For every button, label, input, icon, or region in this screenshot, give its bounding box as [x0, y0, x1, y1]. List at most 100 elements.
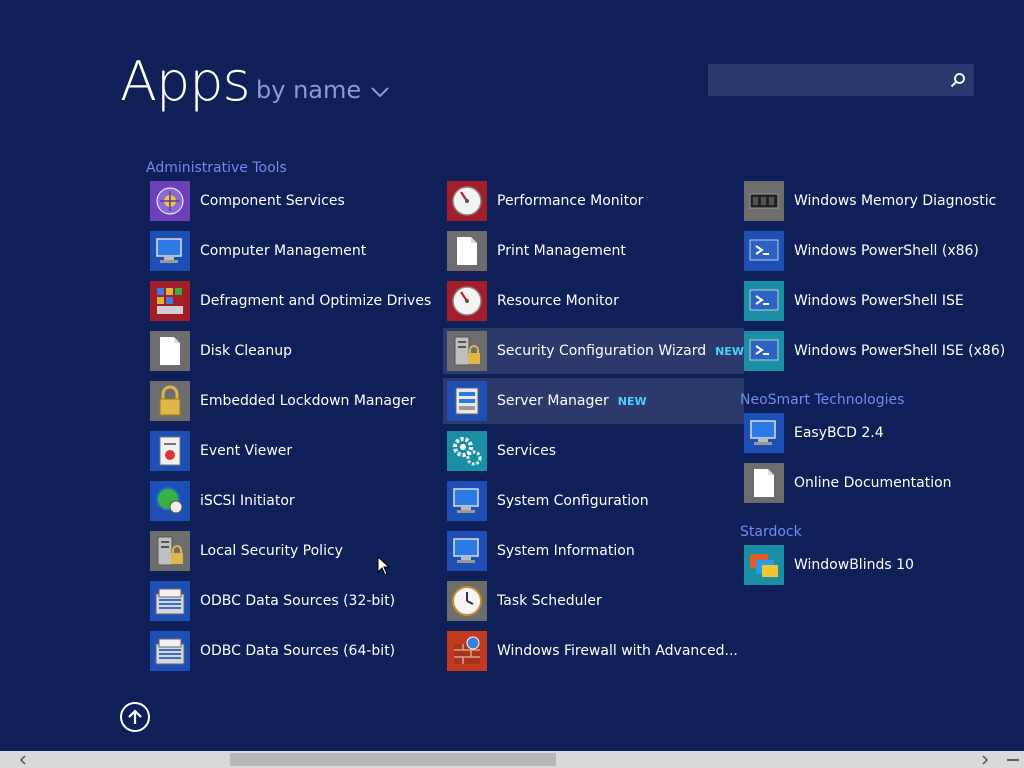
app-tile[interactable]: System Information: [443, 528, 744, 574]
lock-icon: [150, 381, 190, 421]
security-wizard-icon: [447, 331, 487, 371]
app-tile[interactable]: Server Manager NEW: [443, 378, 744, 424]
security-policy-icon: [150, 531, 190, 571]
arrow-up-icon: [128, 709, 142, 724]
chevron-right-icon: [982, 754, 989, 765]
sort-by-dropdown[interactable]: by name: [256, 76, 389, 104]
app-label: Computer Management: [200, 243, 367, 259]
app-label: Windows Firewall with Advanced...: [497, 643, 738, 659]
apps-column-2: Performance Monitor Print Management Resou…: [443, 178, 744, 678]
search-input[interactable]: [708, 64, 942, 96]
scrollbar-thumb[interactable]: [230, 753, 556, 766]
minus-icon: [1007, 758, 1019, 761]
chevron-left-icon: [19, 754, 26, 765]
app-label: WindowBlinds 10: [794, 557, 914, 573]
scroll-up-button[interactable]: [120, 702, 150, 732]
app-tile[interactable]: ODBC Data Sources (32-bit): [146, 578, 431, 624]
powershell-icon: [744, 231, 784, 271]
clock-icon: [447, 581, 487, 621]
document-icon: [150, 331, 190, 371]
app-label: System Information: [497, 543, 635, 559]
app-label: Online Documentation: [794, 475, 952, 491]
app-tile[interactable]: Services: [443, 428, 744, 474]
computer-management-icon: [150, 231, 190, 271]
app-tile[interactable]: Computer Management: [146, 228, 431, 274]
iscsi-icon: [150, 481, 190, 521]
group-header: Administrative Tools: [146, 160, 287, 176]
page-title: Apps: [120, 50, 251, 113]
app-label: Event Viewer: [200, 443, 293, 459]
app-label: Component Services: [200, 193, 345, 209]
app-label: Windows PowerShell ISE: [794, 293, 964, 309]
document-icon: [447, 231, 487, 271]
app-tile[interactable]: Print Management: [443, 228, 744, 274]
app-tile[interactable]: Resource Monitor: [443, 278, 744, 324]
app-label: Windows PowerShell ISE (x86): [794, 343, 1006, 359]
app-label: iSCSI Initiator: [200, 493, 295, 509]
gauge-icon: [447, 181, 487, 221]
app-label: Embedded Lockdown Manager: [200, 393, 416, 409]
app-label: Windows PowerShell (x86): [794, 243, 979, 259]
app-label: Defragment and Optimize Drives: [200, 293, 432, 309]
app-tile[interactable]: Windows PowerShell (x86): [740, 228, 1005, 274]
gauge-icon: [447, 281, 487, 321]
event-viewer-icon: [150, 431, 190, 471]
app-label: Print Management: [497, 243, 626, 259]
app-tile[interactable]: Windows Firewall with Advanced...: [443, 628, 744, 674]
mouse-cursor-icon: [377, 556, 391, 576]
app-tile[interactable]: System Configuration: [443, 478, 744, 524]
app-tile[interactable]: EasyBCD 2.4: [740, 410, 1005, 456]
group-header: NeoSmart Technologies: [740, 392, 905, 408]
app-tile[interactable]: Component Services: [146, 178, 431, 224]
apps-column-1: Administrative Tools Component Services Co…: [146, 158, 431, 678]
app-label: Windows Memory Diagnostic: [794, 193, 997, 209]
system-info-icon: [447, 531, 487, 571]
scroll-right-button[interactable]: [976, 751, 994, 768]
app-tile[interactable]: Disk Cleanup: [146, 328, 431, 374]
gears-icon: [447, 431, 487, 471]
app-label: ODBC Data Sources (32-bit): [200, 593, 396, 609]
search-button[interactable]: [942, 64, 974, 96]
app-label: Disk Cleanup: [200, 343, 293, 359]
odbc-icon: [150, 631, 190, 671]
app-label: Resource Monitor: [497, 293, 619, 309]
server-manager-icon: [447, 381, 487, 421]
component-services-icon: [150, 181, 190, 221]
windowblinds-icon: [744, 545, 784, 585]
app-tile[interactable]: Windows PowerShell ISE (x86): [740, 328, 1005, 374]
search-icon: [950, 73, 965, 88]
app-tile[interactable]: Windows PowerShell ISE: [740, 278, 1005, 324]
horizontal-scrollbar[interactable]: [0, 751, 1024, 768]
app-tile[interactable]: Event Viewer: [146, 428, 431, 474]
app-tile[interactable]: Security Configuration Wizard NEW: [443, 328, 744, 374]
app-label: Security Configuration Wizard: [497, 343, 707, 359]
app-tile[interactable]: Embedded Lockdown Manager: [146, 378, 431, 424]
apps-column-3: Windows Memory Diagnostic Windows PowerSh…: [740, 178, 1005, 592]
easybcd-icon: [744, 413, 784, 453]
defragment-icon: [150, 281, 190, 321]
app-tile[interactable]: WindowBlinds 10: [740, 542, 1005, 588]
collapse-button[interactable]: [1004, 751, 1022, 768]
app-tile[interactable]: iSCSI Initiator: [146, 478, 431, 524]
powershell-ise-icon: [744, 281, 784, 321]
firewall-icon: [447, 631, 487, 671]
scroll-left-button[interactable]: [14, 751, 32, 768]
powershell-ise-icon: [744, 331, 784, 371]
app-tile[interactable]: Performance Monitor: [443, 178, 744, 224]
app-tile[interactable]: ODBC Data Sources (64-bit): [146, 628, 431, 674]
new-badge: NEW: [617, 394, 647, 408]
app-tile[interactable]: Windows Memory Diagnostic: [740, 178, 1005, 224]
odbc-icon: [150, 581, 190, 621]
app-tile[interactable]: Defragment and Optimize Drives: [146, 278, 431, 324]
app-label: System Configuration: [497, 493, 649, 509]
search-box[interactable]: [708, 64, 974, 96]
app-tile[interactable]: Task Scheduler: [443, 578, 744, 624]
app-label: ODBC Data Sources (64-bit): [200, 643, 396, 659]
chevron-down-icon: [371, 87, 389, 98]
app-label: Server Manager: [497, 393, 609, 409]
app-tile[interactable]: Online Documentation: [740, 460, 1005, 506]
sort-label: by name: [256, 76, 362, 104]
app-label: Task Scheduler: [497, 593, 602, 609]
